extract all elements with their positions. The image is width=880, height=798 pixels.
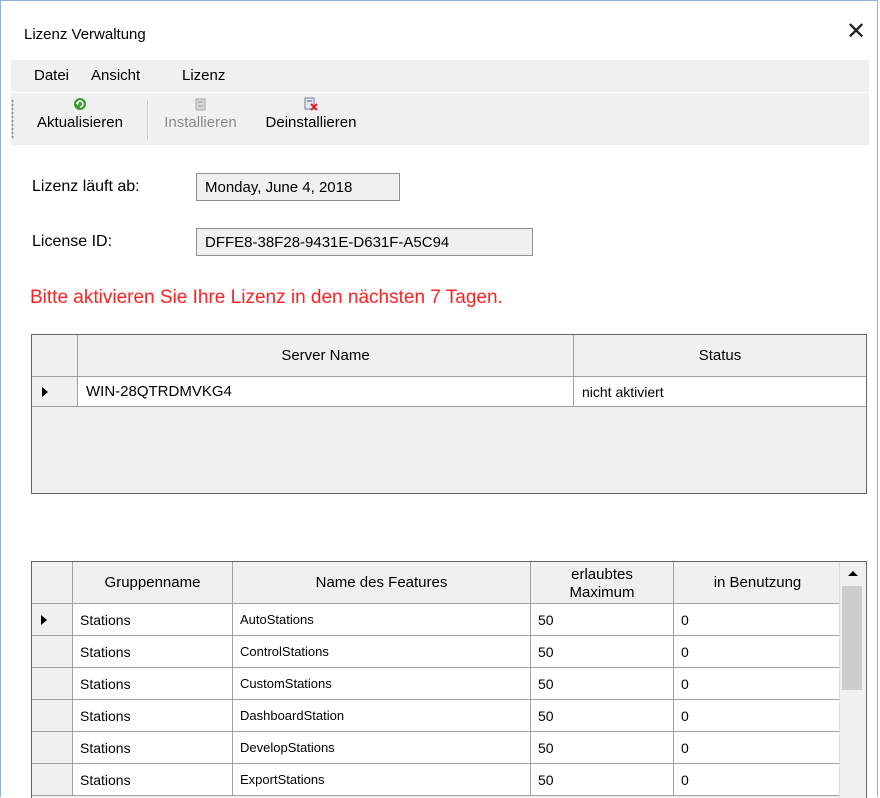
- expires-field: Monday, June 4, 2018: [196, 173, 400, 201]
- menu-bar: Datei Ansicht Lizenz: [11, 60, 869, 92]
- table-cell-group[interactable]: Stations: [73, 764, 233, 796]
- col-max-allowed[interactable]: erlaubtes Maximum: [531, 562, 674, 604]
- server-grid[interactable]: Server Name Status WIN-28QTRDMVKG4 nicht…: [31, 334, 867, 494]
- server-status-cell[interactable]: nicht aktiviert: [574, 377, 866, 407]
- table-cell-used[interactable]: 0: [674, 764, 842, 796]
- table-cell-max[interactable]: 50: [531, 636, 674, 668]
- table-cell-max[interactable]: 50: [531, 668, 674, 700]
- install-button[interactable]: Installieren: [153, 95, 248, 143]
- current-row-arrow-icon: [41, 615, 47, 625]
- table-cell-feature[interactable]: ExportStations: [233, 764, 531, 796]
- window-title: Lizenz Verwaltung: [24, 26, 146, 43]
- table-cell-feature[interactable]: ControlStations: [233, 636, 531, 668]
- row-header[interactable]: [32, 604, 73, 636]
- col-status[interactable]: Status: [574, 335, 866, 377]
- table-cell-group[interactable]: Stations: [73, 668, 233, 700]
- table-cell-max[interactable]: 50: [531, 764, 674, 796]
- title-bar: Lizenz Verwaltung ✕: [1, 1, 877, 57]
- table-cell-used[interactable]: 0: [674, 700, 842, 732]
- vertical-scrollbar[interactable]: [839, 562, 866, 798]
- row-header[interactable]: [32, 700, 73, 732]
- scrollbar-thumb[interactable]: [842, 586, 862, 690]
- expires-label: Lizenz läuft ab:: [32, 178, 140, 195]
- toolbar-grip[interactable]: [11, 99, 14, 139]
- table-cell-group[interactable]: Stations: [73, 604, 233, 636]
- uninstall-label: Deinstallieren: [265, 114, 357, 131]
- table-cell-max[interactable]: 50: [531, 700, 674, 732]
- license-manager-window: Lizenz Verwaltung ✕ Datei Ansicht Lizenz…: [0, 0, 878, 798]
- table-cell-used[interactable]: 0: [674, 668, 842, 700]
- features-grid[interactable]: Gruppenname Name des Features erlaubtes …: [31, 561, 867, 798]
- toolbar: Aktualisieren Installieren Deinstalliere…: [11, 93, 869, 145]
- menu-lizenz[interactable]: Lizenz: [182, 67, 225, 84]
- license-id-label: License ID:: [32, 233, 113, 250]
- activation-warning: Bitte aktivieren Sie Ihre Lizenz in den …: [30, 287, 503, 308]
- row-header[interactable]: [32, 636, 73, 668]
- menu-datei[interactable]: Datei: [34, 67, 69, 84]
- server-name-cell[interactable]: WIN-28QTRDMVKG4: [78, 377, 574, 407]
- table-cell-used[interactable]: 0: [674, 732, 842, 764]
- table-cell-group[interactable]: Stations: [73, 700, 233, 732]
- refresh-label: Aktualisieren: [37, 114, 123, 131]
- table-cell-max[interactable]: 50: [531, 732, 674, 764]
- install-label: Installieren: [164, 114, 237, 131]
- table-cell-feature[interactable]: CustomStations: [233, 668, 531, 700]
- col-feature-name[interactable]: Name des Features: [233, 562, 531, 604]
- table-cell-feature[interactable]: DashboardStation: [233, 700, 531, 732]
- row-header[interactable]: [32, 764, 73, 796]
- row-header[interactable]: [32, 732, 73, 764]
- table-cell-group[interactable]: Stations: [73, 732, 233, 764]
- table-cell-feature[interactable]: AutoStations: [233, 604, 531, 636]
- grid-corner: [32, 335, 78, 377]
- close-button[interactable]: ✕: [841, 17, 871, 47]
- table-cell-feature[interactable]: DevelopStations: [233, 732, 531, 764]
- grid-corner: [32, 562, 73, 604]
- refresh-button[interactable]: Aktualisieren: [19, 95, 141, 143]
- col-group-name[interactable]: Gruppenname: [73, 562, 233, 604]
- toolbar-separator: [147, 101, 149, 139]
- current-row-arrow-icon: [42, 387, 48, 397]
- install-icon: [195, 98, 205, 111]
- table-cell-used[interactable]: 0: [674, 636, 842, 668]
- uninstall-button[interactable]: Deinstallieren: [255, 95, 367, 143]
- row-header[interactable]: [32, 668, 73, 700]
- license-id-field: DFFE8-38F28-9431E-D631F-A5C94: [196, 228, 533, 256]
- table-cell-max[interactable]: 50: [531, 604, 674, 636]
- uninstall-icon: [304, 97, 318, 111]
- table-cell-group[interactable]: Stations: [73, 636, 233, 668]
- table-cell-used[interactable]: 0: [674, 604, 842, 636]
- menu-ansicht[interactable]: Ansicht: [91, 67, 140, 84]
- col-server-name[interactable]: Server Name: [78, 335, 574, 377]
- row-header[interactable]: [32, 377, 78, 407]
- scroll-up-arrow-icon[interactable]: [845, 565, 861, 583]
- col-in-use[interactable]: in Benutzung: [674, 562, 842, 604]
- refresh-icon: [74, 98, 86, 110]
